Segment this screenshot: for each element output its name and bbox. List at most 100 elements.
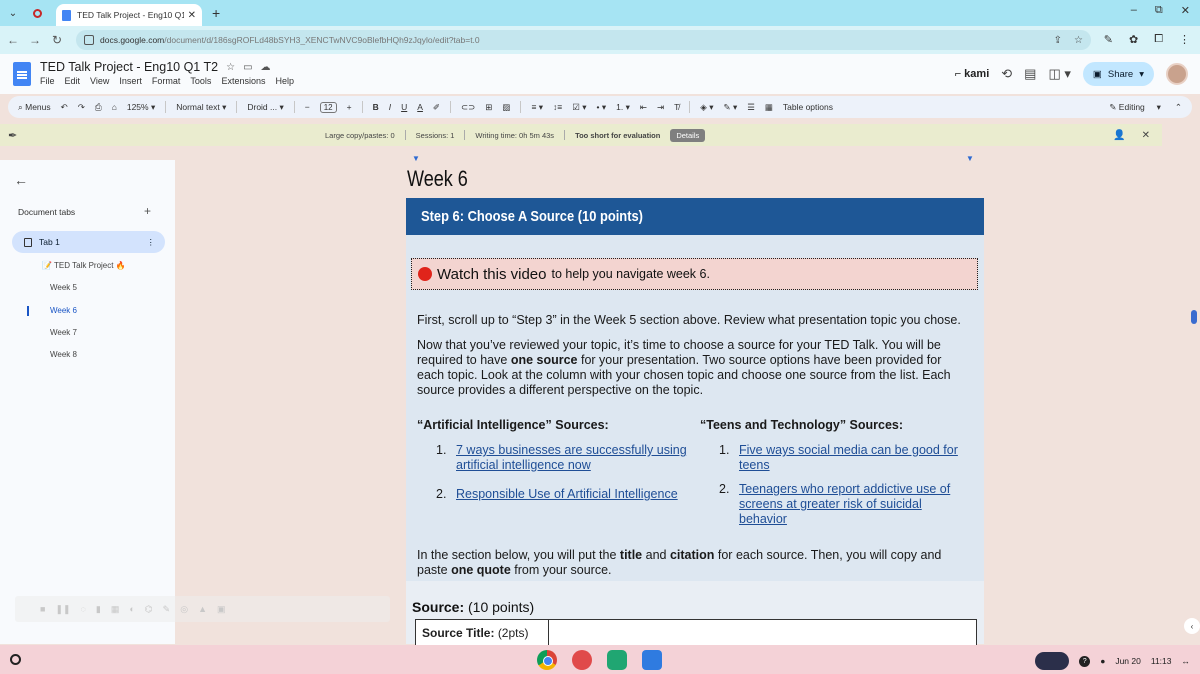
version-history-icon[interactable]: ⟲ [1001,66,1012,82]
classroom-app-icon[interactable] [607,650,627,670]
scroll-chevron-icon[interactable]: ‹ [1184,618,1200,634]
right-indent-marker[interactable]: ▼ [966,154,974,163]
comments-icon[interactable]: ▤ [1024,66,1036,82]
star-icon[interactable]: ☆ [226,62,235,73]
tab-options-icon[interactable]: ⋮ [147,237,156,248]
kami-extension-icon[interactable]: ✿ [1129,33,1138,46]
menu-file[interactable]: File [40,76,55,86]
bookmark-star-icon[interactable]: ☆ [1074,35,1083,46]
teens-source-1-link[interactable]: Five ways social media can be good for t… [739,443,969,473]
person-icon[interactable]: 👤 [1113,130,1125,141]
undo-icon[interactable]: ↶ [61,102,68,113]
details-button[interactable]: Details [670,128,706,142]
left-indent-marker[interactable]: ▼ [412,154,420,163]
menu-tools[interactable]: Tools [190,76,211,86]
new-tab-button[interactable]: + [212,5,220,21]
back-icon[interactable]: ← [4,33,22,47]
add-comment-icon[interactable]: ⊞ [485,102,492,113]
border-color-icon[interactable]: ✎ ▾ [723,102,737,113]
border-width-icon[interactable]: ☰ [747,102,755,113]
print-icon[interactable]: ⎙ [95,102,102,113]
help-icon[interactable]: ? [1079,655,1091,667]
decrease-indent-icon[interactable]: ⇤ [640,102,647,113]
share-dropdown-icon[interactable]: ▾ [1139,69,1144,80]
teens-source-2-link[interactable]: Teenagers who report addictive use of sc… [739,482,969,527]
ai-source-1-link[interactable]: 7 ways businesses are successfully using… [456,443,698,473]
increase-indent-icon[interactable]: ⇥ [657,102,664,113]
avatar[interactable] [1166,63,1188,85]
doc-title[interactable]: TED Talk Project - Eng10 Q1 T2 [40,60,218,74]
menu-insert[interactable]: Insert [119,76,142,86]
files-app-icon[interactable] [642,650,662,670]
menu-format[interactable]: Format [152,76,181,86]
docs-logo-icon[interactable] [13,62,31,86]
menu-extensions[interactable]: Extensions [221,76,265,86]
outline-item-week-8[interactable]: Week 8 [50,350,77,359]
checklist-icon[interactable]: ☑ ▾ [572,102,586,113]
insert-link-icon[interactable]: ⊂⊃ [461,102,475,113]
restore-icon[interactable]: ⧉ [1155,4,1163,17]
close-extension-bar-icon[interactable]: ✕ [1142,130,1150,141]
text-color-icon[interactable]: A [417,102,423,112]
decrease-font-size-icon[interactable]: − [305,102,310,112]
align-icon[interactable]: ≡ ▾ [531,102,543,113]
launcher-icon[interactable] [10,654,21,665]
zoom-select[interactable]: 125% ▾ [127,102,155,113]
pen-extension-icon[interactable]: ✎ [1104,33,1113,46]
close-window-icon[interactable]: ✕ [1181,4,1190,17]
add-tab-button[interactable]: + [144,204,151,218]
menu-view[interactable]: View [90,76,109,86]
tab-search-chevron-icon[interactable]: ⌄ [0,8,26,19]
outline-item-ted-talk-project[interactable]: 📝 TED Talk Project 🔥 [42,261,126,270]
numbered-list-icon[interactable]: 1. ▾ [616,102,630,113]
tray-badge-icon[interactable] [1035,652,1070,670]
menu-edit[interactable]: Edit [65,76,81,86]
table-options-button[interactable]: Table options [783,102,833,112]
outline-item-week-5[interactable]: Week 5 [50,283,77,292]
outline-item-week-6[interactable]: Week 6 [50,306,77,315]
recording-icon[interactable] [26,8,48,18]
line-spacing-icon[interactable]: ↕≡ [553,102,562,112]
menu-help[interactable]: Help [275,76,294,86]
bulleted-list-icon[interactable]: • ▾ [597,102,607,113]
move-folder-icon[interactable]: ▭ [243,62,252,73]
style-select[interactable]: Normal text ▾ [176,102,226,113]
underline-icon[interactable]: U [401,102,407,112]
back-arrow-icon[interactable]: ← [14,172,28,188]
editing-mode-select[interactable]: ✎ Editing ▾ [1109,102,1161,113]
search-menus[interactable]: ⌕ Menus [18,102,51,113]
increase-font-size-icon[interactable]: + [347,102,352,112]
font-select[interactable]: Droid ... ▾ [247,102,283,113]
more-vert-icon[interactable]: ⋮ [1179,33,1190,46]
extensions-puzzle-icon[interactable]: ⧠ [1154,33,1163,46]
install-app-icon[interactable]: ⇪ [1054,35,1062,46]
app-icon[interactable] [572,650,592,670]
paint-format-icon[interactable]: ⌂ [112,102,117,112]
reload-icon[interactable]: ↻ [48,33,66,47]
extension-pen-icon[interactable]: ✒ [8,129,17,142]
status-tray[interactable]: ? ● Jun 20 11:13 ↔ [1035,652,1190,670]
forward-icon[interactable]: → [26,33,44,47]
insert-image-icon[interactable]: ▨ [502,102,510,113]
clear-formatting-icon[interactable]: T̸ [674,102,679,112]
close-tab-icon[interactable]: ✕ [188,10,196,21]
outline-item-week-7[interactable]: Week 7 [50,328,77,337]
meet-camera-icon[interactable]: ◫ ▾ [1048,66,1070,82]
cloud-saved-icon[interactable]: ☁ [261,62,271,73]
italic-icon[interactable]: I [389,102,391,112]
chrome-app-icon[interactable] [537,650,557,670]
watch-video-link[interactable]: Watch this video [437,266,547,283]
redo-icon[interactable]: ↷ [78,102,85,113]
kami-button[interactable]: ⌐ kami [955,68,990,80]
ai-source-2-link[interactable]: Responsible Use of Artificial Intelligen… [456,487,678,502]
highlight-icon[interactable]: ✐ [433,102,440,113]
border-dash-icon[interactable]: ▦ [765,102,773,113]
share-button[interactable]: ▣ Share ▾ [1082,62,1154,86]
site-info-icon[interactable] [84,35,94,45]
minimize-icon[interactable]: – [1131,4,1137,17]
scroll-position-marker[interactable] [1191,310,1197,324]
collapse-menus-icon[interactable]: ⌃ [1175,102,1182,113]
fill-color-icon[interactable]: ◈ ▾ [700,102,713,113]
sidebar-tab-1[interactable]: Tab 1 ⋮ [12,231,165,253]
browser-tab[interactable]: TED Talk Project - Eng10 Q1 T2 ✕ [56,4,202,26]
